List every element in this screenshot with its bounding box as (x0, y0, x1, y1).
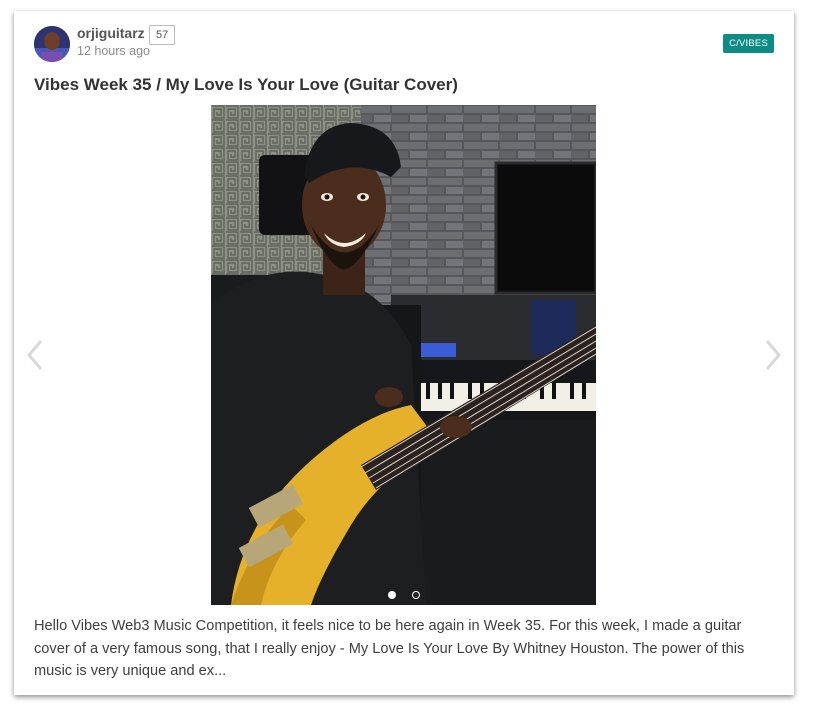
avatar[interactable] (34, 26, 70, 62)
image-carousel[interactable] (211, 105, 596, 605)
carousel-dot[interactable] (387, 591, 396, 599)
post-timestamp[interactable]: 12 hours ago (77, 44, 150, 58)
carousel-dot[interactable] (411, 591, 420, 599)
post-photo (211, 105, 596, 605)
community-tag[interactable]: C/VIBES (723, 34, 774, 53)
chevron-right-icon (765, 340, 781, 370)
post-excerpt[interactable]: Hello Vibes Web3 Music Competition, it f… (34, 615, 779, 683)
carousel-prev-button[interactable] (24, 338, 46, 372)
post-title[interactable]: Vibes Week 35 / My Love Is Your Love (Gu… (34, 75, 458, 95)
avatar-image (34, 26, 70, 62)
reputation-badge: 57 (149, 25, 176, 45)
carousel-dots (211, 591, 596, 599)
post-card[interactable]: orjiguitarz 57 12 hours ago C/VIBES Vibe… (14, 11, 794, 695)
carousel-next-button[interactable] (762, 338, 784, 372)
chevron-left-icon (27, 340, 43, 370)
author-username[interactable]: orjiguitarz (77, 25, 145, 41)
